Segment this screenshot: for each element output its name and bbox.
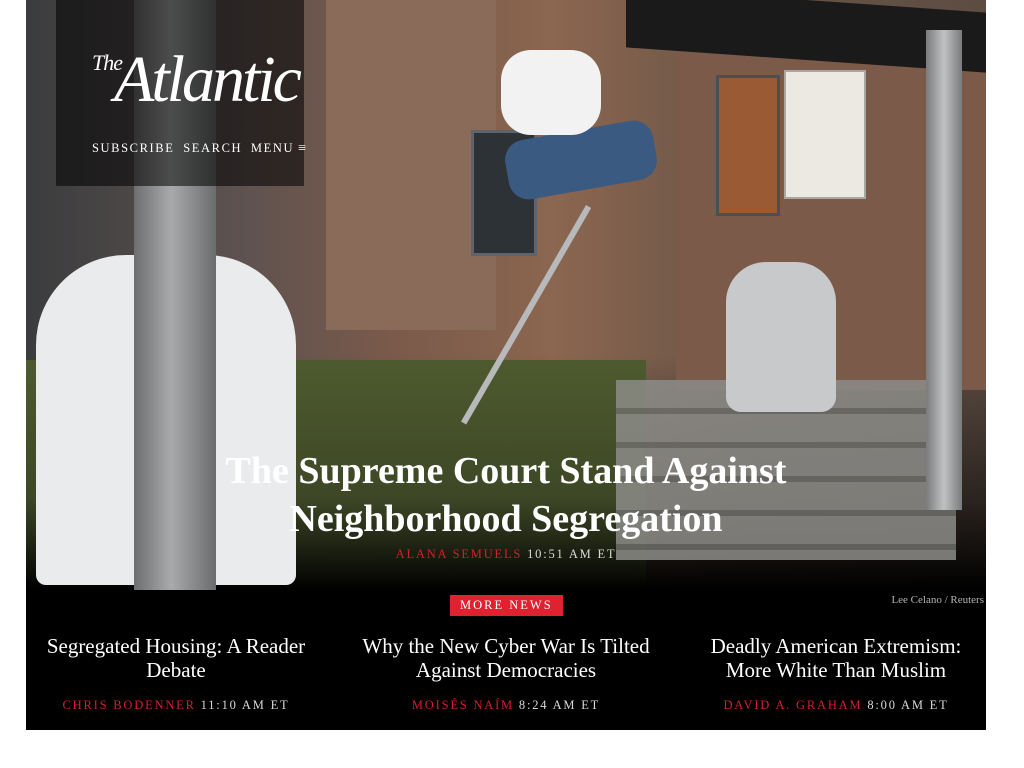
news-item[interactable]: Segregated Housing: A Reader Debate CHRI… [26,634,326,713]
photo-person-jumping [501,50,601,135]
news-byline: DAVID A. GRAHAM 8:00 AM ET [686,698,986,713]
photo-credit: Lee Celano / Reuters [891,594,984,606]
menu-button[interactable]: MENU ≡ [250,141,310,156]
news-item[interactable]: Why the New Cyber War Is Tilted Against … [356,634,656,713]
hero-author-link[interactable]: ALANA SEMUELS [396,547,523,561]
photo-window [716,75,780,216]
news-timestamp: 11:10 AM ET [200,698,290,712]
news-item[interactable]: Deadly American Extremism: More White Th… [686,634,986,713]
photo-pole [926,30,962,510]
news-author-link[interactable]: CHRIS BODENNER [63,698,196,712]
hero-section: The Atlantic SUBSCRIBE SEARCH MENU ≡ The … [26,0,986,730]
news-byline: CHRIS BODENNER 11:10 AM ET [26,698,326,713]
hero-timestamp: 10:51 AM ET [527,547,617,561]
hero-headline[interactable]: The Supreme Court Stand Against Neighbor… [156,447,856,543]
news-title[interactable]: Why the New Cyber War Is Tilted Against … [356,634,656,682]
photo-person-sitting [726,262,836,412]
news-title[interactable]: Deadly American Extremism: More White Th… [686,634,986,682]
photo-sign [784,70,866,199]
more-news-badge: MORE NEWS [450,595,563,616]
news-timestamp: 8:24 AM ET [518,698,601,712]
top-nav: SUBSCRIBE SEARCH MENU ≡ [92,141,314,157]
search-link[interactable]: SEARCH [183,141,242,155]
news-author-link[interactable]: MOISÉS NAÍM [412,698,514,712]
news-title[interactable]: Segregated Housing: A Reader Debate [26,634,326,682]
menu-label: MENU [250,141,295,155]
news-author-link[interactable]: DAVID A. GRAHAM [723,698,862,712]
news-byline: MOISÉS NAÍM 8:24 AM ET [356,698,656,713]
hamburger-icon: ≡ [298,141,306,156]
logo-wordmark: Atlantic [114,43,302,116]
hero-byline: ALANA SEMUELS 10:51 AM ET [156,547,856,562]
subscribe-link[interactable]: SUBSCRIBE [92,141,174,155]
masthead: The Atlantic SUBSCRIBE SEARCH MENU ≡ [56,0,306,186]
news-timestamp: 8:00 AM ET [867,698,949,712]
